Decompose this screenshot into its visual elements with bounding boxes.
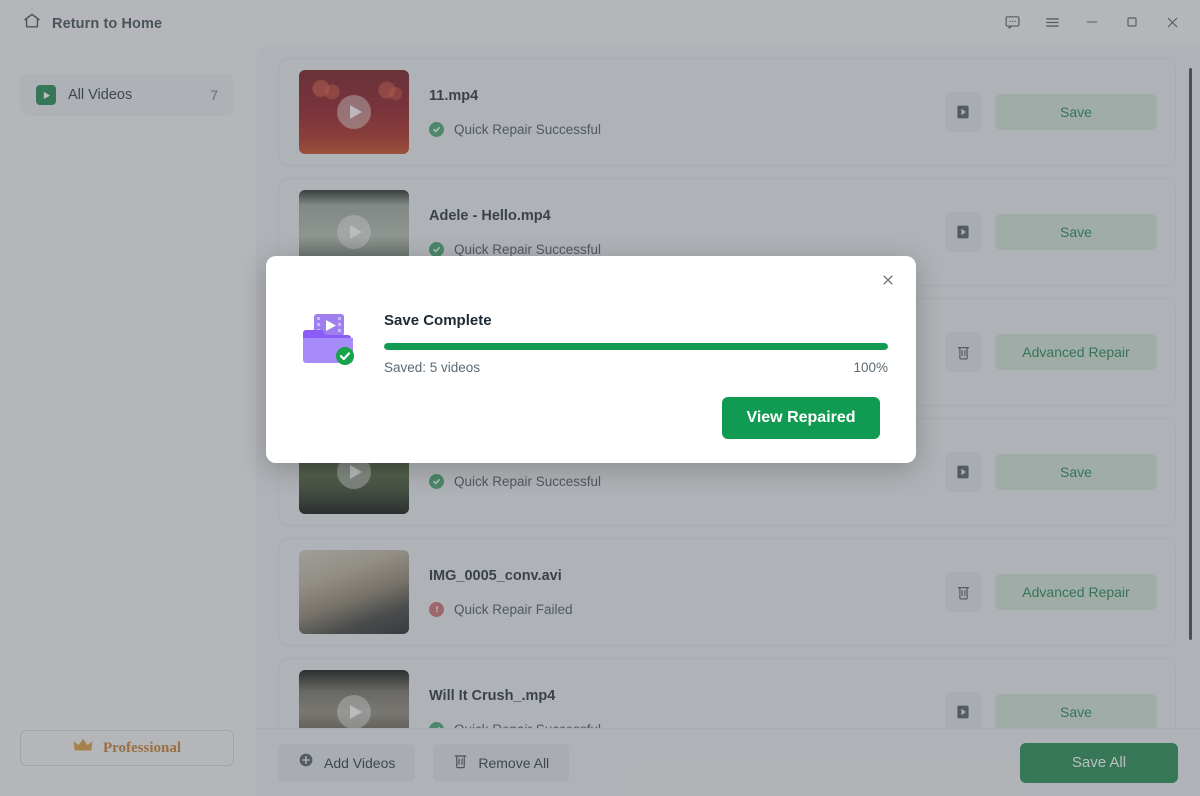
saved-count-label: Saved: 5 videos (384, 360, 480, 375)
save-complete-dialog: Save Complete Saved: 5 videos 100% View … (266, 256, 916, 463)
progress-bar-fill (384, 343, 888, 350)
view-repaired-button[interactable]: View Repaired (722, 397, 880, 439)
app-window: Return to Home (0, 0, 1200, 796)
dialog-text: Save Complete Saved: 5 videos 100% (384, 308, 888, 375)
folder-video-success-icon (300, 308, 360, 368)
progress-bar (384, 343, 888, 350)
progress-meta: Saved: 5 videos 100% (384, 360, 888, 375)
dialog-body: Save Complete Saved: 5 videos 100% (300, 308, 888, 375)
dialog-title: Save Complete (384, 312, 888, 329)
progress-percent-label: 100% (853, 360, 888, 375)
close-icon[interactable] (874, 266, 902, 294)
